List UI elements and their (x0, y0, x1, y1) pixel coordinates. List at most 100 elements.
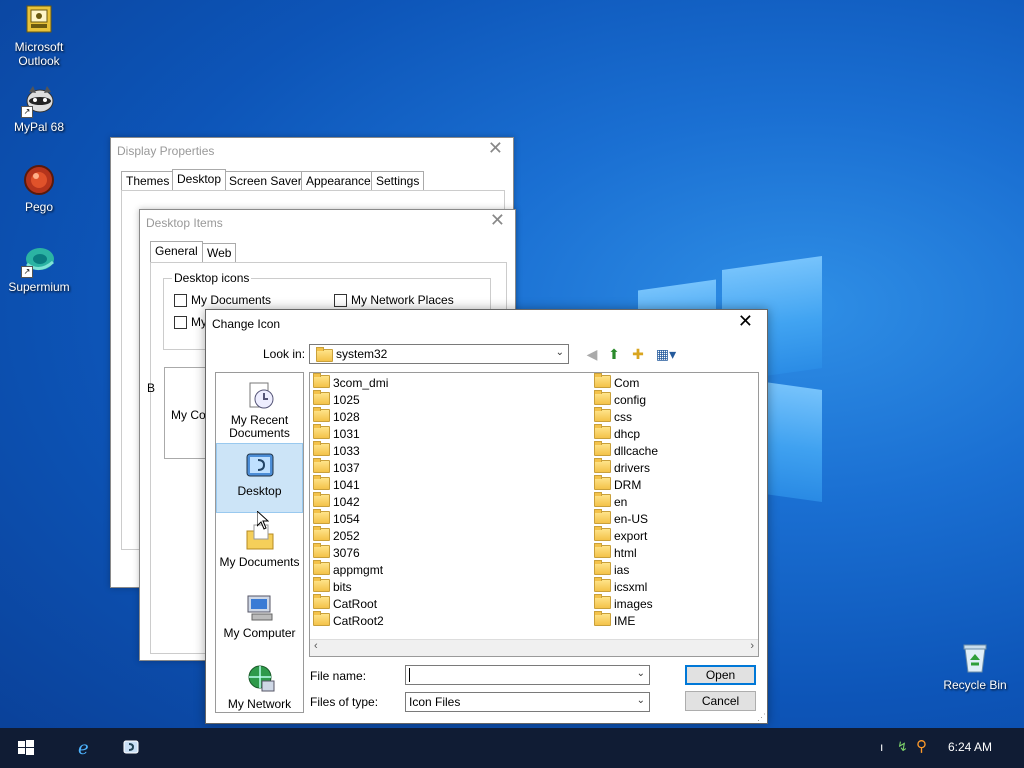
place-my-computer[interactable]: My Computer (216, 586, 303, 654)
checkbox-my-network-places[interactable]: My Network Places (334, 293, 454, 308)
open-button[interactable]: Open (685, 665, 756, 685)
desktop-icon-pego[interactable]: Pego (1, 164, 77, 214)
place-my-network[interactable]: My Network (216, 657, 303, 712)
list-item[interactable]: CatRoot2 (313, 611, 388, 630)
list-item[interactable]: en (594, 492, 658, 511)
mypal-icon: ↗ (21, 84, 55, 118)
tab-web[interactable]: Web (202, 243, 237, 262)
checkbox-my-computer[interactable]: My (174, 315, 207, 330)
file-list[interactable]: 3com_dmi 1025 1028 1031 1033 1037 1041 1… (309, 372, 759, 657)
folder-name: dhcp (614, 427, 641, 441)
list-item[interactable]: 1025 (313, 390, 388, 409)
list-item[interactable]: appmgmt (313, 560, 388, 579)
text-cursor (409, 668, 410, 682)
internet-explorer-icon[interactable]: ℯ (78, 738, 89, 759)
new-folder-icon[interactable]: ✚ (630, 346, 646, 362)
change-icon-dialog: Change Icon ✕ Look in: system32 ⌄ ◀ ⬆ ✚ … (205, 309, 768, 724)
list-item[interactable]: 3com_dmi (313, 373, 389, 392)
window-title: Display Properties (111, 138, 513, 164)
back-icon[interactable]: ◀ (584, 346, 600, 362)
checkbox-box[interactable] (174, 316, 187, 330)
windows-logo-icon (18, 740, 34, 755)
list-item[interactable]: 1041 (313, 475, 388, 494)
desktop-icon-outlook[interactable]: Microsoft Outlook (1, 4, 77, 68)
list-item[interactable]: css (594, 407, 658, 426)
scroll-left-icon[interactable]: ‹ (314, 640, 318, 652)
shortcut-arrow-icon: ↗ (21, 266, 33, 278)
list-item[interactable]: config (594, 390, 658, 409)
tab-desktop[interactable]: Desktop (172, 169, 227, 190)
folder-icon (313, 475, 330, 490)
tab-appearance[interactable]: Appearance (301, 171, 376, 190)
my-computer-icon (244, 592, 276, 624)
network-icon[interactable]: ↯ (897, 739, 908, 755)
file-name-field[interactable]: ⌄ (405, 665, 650, 685)
folder-name: config (614, 393, 647, 407)
icon-preview-list[interactable]: My Co (164, 367, 210, 459)
close-icon[interactable]: ✕ (738, 311, 753, 332)
folder-name: css (614, 410, 632, 424)
list-item[interactable]: html (594, 543, 658, 562)
checkbox-box[interactable] (334, 294, 347, 308)
tab-general[interactable]: General (150, 241, 203, 262)
list-item[interactable]: export (594, 526, 658, 545)
recent-documents-icon (244, 379, 276, 411)
list-item[interactable]: IME (594, 611, 658, 630)
checkbox-box[interactable] (174, 294, 187, 308)
folder-icon (594, 475, 611, 490)
list-item[interactable]: dllcache (594, 441, 658, 460)
mouse-cursor-icon (257, 511, 269, 530)
list-item[interactable]: 3076 (313, 543, 388, 562)
view-menu-icon[interactable]: ▦▾ (654, 346, 678, 362)
desktop-icon-recycle-bin[interactable]: Recycle Bin (936, 642, 1014, 692)
look-in-dropdown[interactable]: system32 ⌄ (309, 344, 569, 364)
list-item[interactable]: 1037 (313, 458, 388, 477)
list-item[interactable]: dhcp (594, 424, 658, 443)
desktop-icon-mypal[interactable]: ↗ MyPal 68 (1, 84, 77, 134)
checkbox-label: My Documents (191, 293, 272, 307)
list-item[interactable]: 1054 (313, 509, 388, 528)
resize-grip-icon[interactable]: ⋰ (757, 712, 766, 723)
list-item[interactable]: bits (313, 577, 388, 596)
list-item[interactable]: 1033 (313, 441, 388, 460)
list-item[interactable]: CatRoot (313, 594, 388, 613)
place-recent-documents[interactable]: My Recent Documents (216, 373, 303, 441)
control-panel-icon[interactable] (122, 738, 140, 756)
list-item[interactable]: drivers (594, 458, 658, 477)
folder-icon (594, 407, 611, 422)
folder-name: DRM (614, 478, 642, 492)
close-icon[interactable]: ✕ (488, 138, 503, 159)
desktop-icon-supermium[interactable]: ↗ Supermium (1, 244, 77, 294)
folder-name: 3com_dmi (333, 376, 389, 390)
start-button[interactable] (0, 728, 50, 768)
folder-icon (313, 492, 330, 507)
scroll-right-icon[interactable]: › (750, 640, 754, 652)
checkbox-my-documents[interactable]: My Documents (174, 293, 272, 308)
folder-icon (594, 526, 611, 541)
close-icon[interactable]: ✕ (490, 210, 505, 231)
list-item[interactable]: Com (594, 373, 658, 392)
search-icon[interactable]: ⚲ (916, 737, 927, 755)
files-of-type-dropdown[interactable]: Icon Files ⌄ (405, 692, 650, 712)
tray-overflow-icon[interactable]: ı (880, 740, 883, 754)
list-item[interactable]: en-US (594, 509, 658, 528)
place-desktop[interactable]: Desktop (216, 443, 303, 513)
cancel-button[interactable]: Cancel (685, 691, 756, 711)
folder-name: 1028 (333, 410, 360, 424)
list-item[interactable]: icsxml (594, 577, 658, 596)
list-item[interactable]: images (594, 594, 658, 613)
clock[interactable]: 6:24 AM (948, 740, 992, 754)
partial-label: B (147, 381, 156, 395)
list-item[interactable]: DRM (594, 475, 658, 494)
list-item[interactable]: 2052 (313, 526, 388, 545)
list-item[interactable]: 1028 (313, 407, 388, 426)
up-folder-icon[interactable]: ⬆ (606, 346, 622, 362)
horizontal-scrollbar[interactable]: ‹ › (310, 639, 758, 656)
tab-settings[interactable]: Settings (371, 171, 425, 190)
tab-themes[interactable]: Themes (121, 171, 175, 190)
folder-name: CatRoot (333, 597, 378, 611)
list-item[interactable]: 1042 (313, 492, 388, 511)
list-item[interactable]: ias (594, 560, 658, 579)
list-item[interactable]: 1031 (313, 424, 388, 443)
tab-screen-saver[interactable]: Screen Saver (224, 171, 307, 190)
